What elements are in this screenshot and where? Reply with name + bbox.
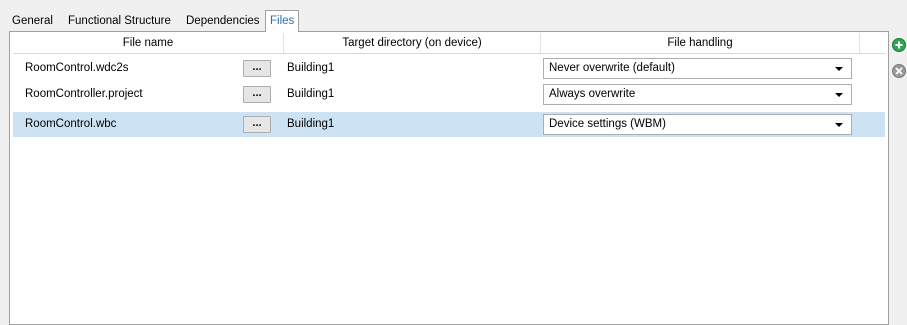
file-handling-select[interactable]: Device settings (WBM) — [543, 114, 852, 135]
tab-dependencies[interactable]: Dependencies — [182, 12, 264, 30]
file-handling-select[interactable]: Always overwrite — [543, 84, 852, 105]
file-name-cell: RoomControl.wbc — [25, 118, 117, 130]
table-row[interactable]: RoomControl.wbc ... Building1 Device set… — [13, 112, 885, 137]
table-row[interactable]: RoomControl.wdc2s ... Building1 Never ov… — [13, 56, 885, 81]
x-circle-icon — [892, 64, 906, 78]
column-header-target-directory[interactable]: Target directory (on device) — [284, 33, 541, 53]
file-handling-value: Always overwrite — [549, 88, 636, 100]
remove-file-button[interactable] — [892, 64, 906, 78]
column-header-file-handling[interactable]: File handling — [541, 33, 860, 53]
target-directory-cell[interactable]: Building1 — [287, 56, 334, 81]
browse-button[interactable]: ... — [243, 116, 271, 133]
dropdown-arrow-icon[interactable] — [835, 123, 843, 127]
browse-button[interactable]: ... — [243, 86, 271, 103]
file-handling-value: Device settings (WBM) — [549, 118, 666, 130]
tab-bar: General Functional Structure Dependencie… — [8, 8, 888, 32]
dropdown-arrow-icon[interactable] — [835, 67, 843, 71]
table-row[interactable]: RoomController.project ... Building1 Alw… — [13, 82, 885, 107]
browse-button[interactable]: ... — [243, 60, 271, 77]
target-directory-cell[interactable]: Building1 — [287, 112, 334, 137]
add-file-button[interactable] — [892, 38, 906, 52]
file-name-cell: RoomController.project — [25, 88, 143, 100]
column-header-file-name[interactable]: File name — [13, 33, 284, 53]
file-handling-value: Never overwrite (default) — [549, 62, 675, 74]
target-directory-cell[interactable]: Building1 — [287, 82, 334, 107]
table-header: File name Target directory (on device) F… — [13, 33, 885, 54]
plus-circle-icon — [892, 38, 906, 52]
file-name-cell: RoomControl.wdc2s — [25, 62, 129, 74]
dropdown-arrow-icon[interactable] — [835, 93, 843, 97]
file-handling-select[interactable]: Never overwrite (default) — [543, 58, 852, 79]
files-panel: File name Target directory (on device) F… — [9, 31, 889, 325]
tab-files[interactable]: Files — [265, 10, 300, 32]
tab-functional-structure[interactable]: Functional Structure — [64, 12, 175, 30]
tab-general[interactable]: General — [8, 12, 57, 30]
